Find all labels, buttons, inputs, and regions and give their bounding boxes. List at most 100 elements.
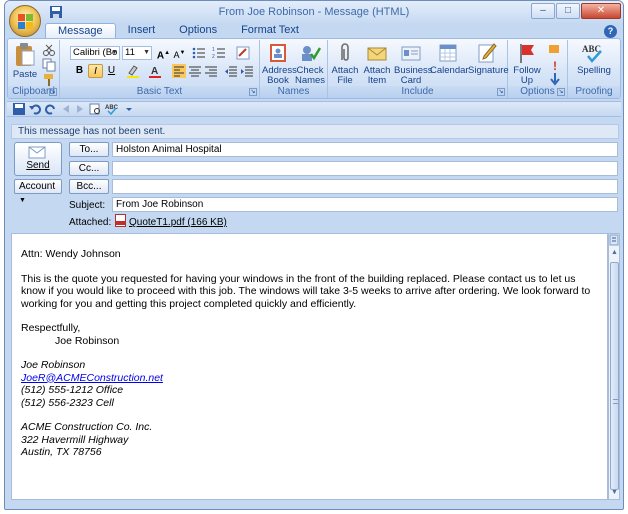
spelling-button[interactable]: ABC Spelling xyxy=(572,42,616,76)
save-icon[interactable] xyxy=(49,5,63,19)
ruler-toggle-icon[interactable] xyxy=(609,234,619,246)
high-importance-icon[interactable]: ! xyxy=(548,58,562,72)
tab-message[interactable]: Message xyxy=(45,23,116,39)
signature-office-phone: (512) 555-1212 Office xyxy=(21,384,124,396)
names-group-label: Names xyxy=(260,86,327,98)
font-color-icon[interactable]: A xyxy=(148,64,162,78)
shrink-font-button[interactable]: A▼ xyxy=(172,46,187,60)
office-button[interactable] xyxy=(9,5,41,37)
signature-email-link[interactable]: JoeR@ACMEConstruction.net xyxy=(21,372,163,384)
scroll-up-icon[interactable]: ▲ xyxy=(610,248,619,258)
business-card-button[interactable]: Business Card xyxy=(394,42,433,86)
options-launcher-icon[interactable]: ↘ xyxy=(557,88,565,96)
underline-button[interactable]: U xyxy=(104,64,119,78)
signature-label: Signature xyxy=(468,65,509,76)
body-greeting: Attn: Wendy Johnson xyxy=(21,248,121,260)
maximize-button[interactable]: □ xyxy=(556,3,580,19)
italic-button[interactable]: I xyxy=(88,64,103,78)
previous-item-icon[interactable] xyxy=(61,103,71,115)
attach-file-button[interactable]: Attach File xyxy=(330,42,360,86)
spelling-check-icon: ABC xyxy=(582,44,602,63)
tab-options[interactable]: Options xyxy=(167,23,229,39)
tab-insert[interactable]: Insert xyxy=(116,23,168,39)
bcc-button[interactable]: Bcc... xyxy=(69,179,109,194)
signature-city: Austin, TX 78756 xyxy=(21,446,102,458)
qat-spelling-icon[interactable]: ABC xyxy=(105,103,119,115)
follow-up-button[interactable]: Follow Up xyxy=(510,42,544,86)
decrease-indent-icon[interactable] xyxy=(224,64,238,78)
to-field[interactable]: Holston Animal Hospital xyxy=(112,142,618,157)
signature-street: 322 Havermill Highway xyxy=(21,433,129,446)
scroll-thumb[interactable] xyxy=(610,262,619,490)
to-button[interactable]: To... xyxy=(69,142,109,157)
font-name-combo[interactable]: Calibri (Bo ▼ xyxy=(70,46,120,60)
bold-button[interactable]: B xyxy=(72,64,87,78)
include-launcher-icon[interactable]: ↘ xyxy=(497,88,505,96)
bcc-field[interactable] xyxy=(112,179,618,194)
address-book-button[interactable]: Address Book xyxy=(262,42,297,86)
format-painter-icon[interactable] xyxy=(42,73,56,87)
paste-button[interactable]: Paste xyxy=(10,42,40,80)
numbering-icon[interactable]: 12 xyxy=(212,46,226,60)
attach-item-button[interactable]: Attach Item xyxy=(362,42,392,86)
paste-label: Paste xyxy=(12,69,38,80)
title-bar: From Joe Robinson - Message (HTML) – □ ✕ xyxy=(5,1,623,23)
redo-icon[interactable] xyxy=(45,103,57,115)
highlight-icon[interactable] xyxy=(126,64,140,78)
categorize-icon[interactable] xyxy=(548,42,562,56)
address-book-icon xyxy=(270,44,286,62)
bullets-icon[interactable] xyxy=(192,46,206,60)
send-label: Send xyxy=(26,160,50,171)
cc-button[interactable]: Cc... xyxy=(69,161,109,176)
help-icon[interactable]: ? xyxy=(604,25,617,38)
svg-text:ABC: ABC xyxy=(105,105,119,111)
quick-access-toolbar: ABC xyxy=(7,101,621,117)
increase-indent-icon[interactable] xyxy=(240,64,254,78)
check-names-icon xyxy=(302,46,321,61)
cc-field[interactable] xyxy=(112,161,618,176)
basic-text-launcher-icon[interactable]: ↘ xyxy=(249,88,257,96)
cut-icon[interactable] xyxy=(42,43,56,57)
address-book-label: Address Book xyxy=(262,65,297,86)
proofing-group: ABC Spelling Proofing xyxy=(568,40,620,98)
names-group: Address Book Check Names Names xyxy=(260,40,328,98)
clipboard-launcher-icon[interactable]: ↘ xyxy=(49,88,57,96)
align-left-icon[interactable] xyxy=(172,64,186,78)
next-item-icon[interactable] xyxy=(75,103,85,115)
clear-formatting-icon[interactable] xyxy=(236,46,250,60)
attach-file-label: Attach File xyxy=(331,65,359,86)
qat-save-icon[interactable] xyxy=(13,103,25,115)
follow-up-label: Follow Up xyxy=(513,65,541,86)
tab-format-text[interactable]: Format Text xyxy=(229,23,311,39)
minimize-button[interactable]: – xyxy=(531,3,555,19)
customize-qat-icon[interactable] xyxy=(125,103,133,115)
copy-icon[interactable] xyxy=(42,58,56,72)
align-center-icon[interactable] xyxy=(188,64,202,78)
body-scrollbar[interactable]: ▲ ▼ xyxy=(608,233,620,500)
body-paragraph: This is the quote you requested for havi… xyxy=(21,272,591,310)
clipboard-group: Paste Clipboard ↘ xyxy=(8,40,60,98)
scroll-down-icon[interactable]: ▼ xyxy=(610,488,619,498)
proofing-group-label: Proofing xyxy=(568,86,620,98)
message-body[interactable]: Attn: Wendy Johnson This is the quote yo… xyxy=(11,233,608,500)
send-button[interactable]: Send xyxy=(14,142,62,176)
calendar-button[interactable]: Calendar xyxy=(430,42,469,76)
subject-field[interactable]: From Joe Robinson xyxy=(112,197,618,212)
paperclip-icon xyxy=(341,43,349,61)
undo-icon[interactable] xyxy=(29,103,41,115)
calendar-icon xyxy=(439,44,457,62)
account-label: Account xyxy=(19,181,56,192)
print-preview-icon[interactable] xyxy=(89,103,101,115)
signature-button[interactable]: Signature xyxy=(468,42,509,76)
low-importance-icon[interactable] xyxy=(548,72,562,86)
send-envelope-icon xyxy=(28,146,46,159)
account-button[interactable]: Account ▼ xyxy=(14,179,62,204)
attachment-link[interactable]: QuoteT1.pdf (166 KB) xyxy=(129,217,227,228)
grow-font-button[interactable]: A▲ xyxy=(156,46,171,61)
close-button[interactable]: ✕ xyxy=(581,3,621,19)
pdf-file-icon xyxy=(115,214,126,227)
align-right-icon[interactable] xyxy=(204,64,218,78)
check-names-button[interactable]: Check Names xyxy=(294,42,326,86)
font-size-combo[interactable]: 11 ▼ xyxy=(122,46,152,60)
business-card-label: Business Card xyxy=(394,65,433,86)
